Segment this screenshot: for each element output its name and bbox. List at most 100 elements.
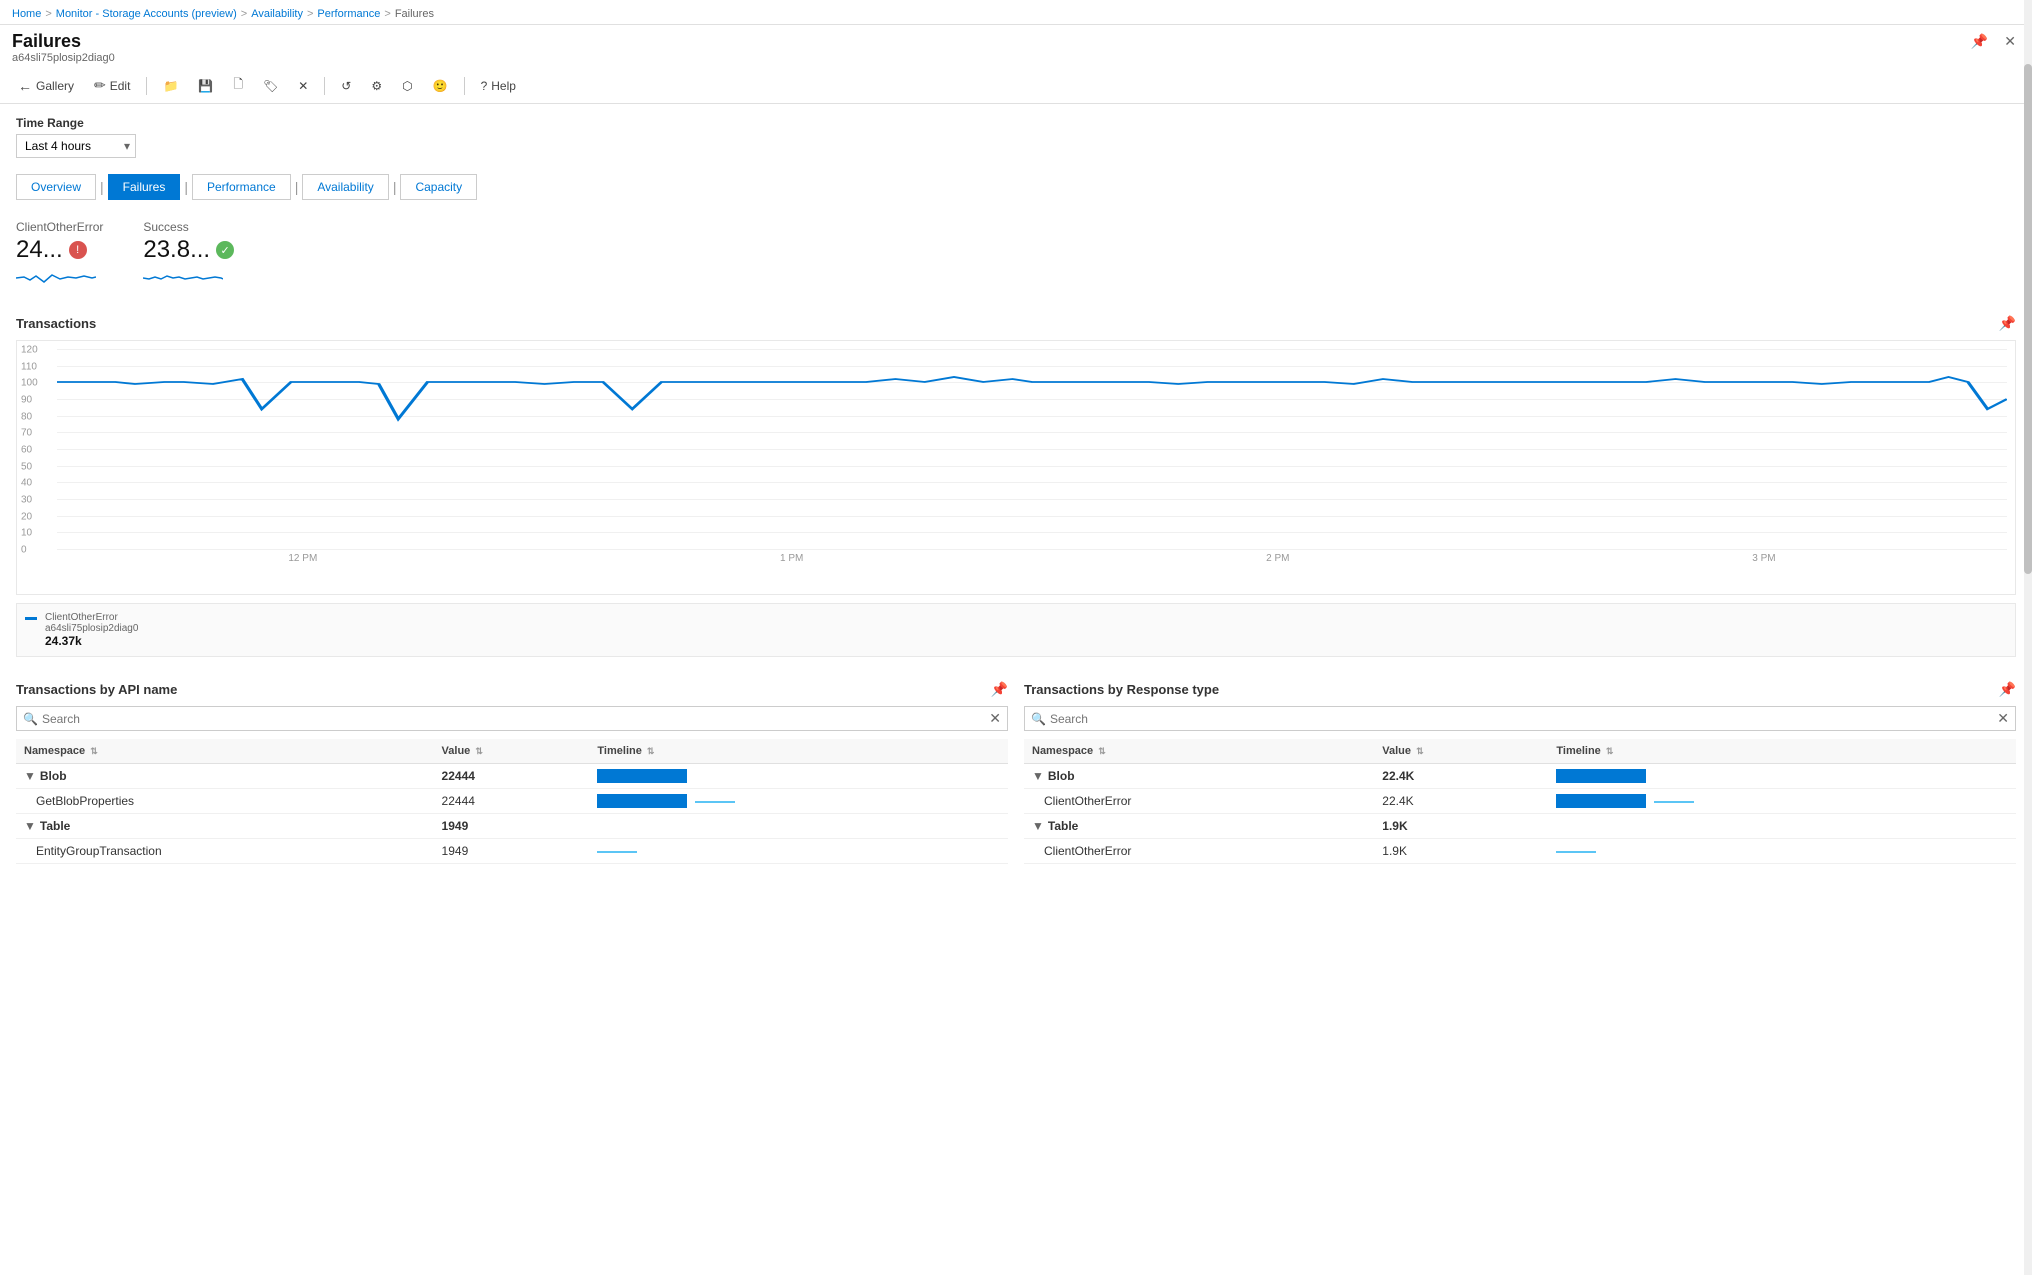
row-getblob-minibar-fill bbox=[695, 801, 735, 803]
table-api-search-input[interactable] bbox=[42, 712, 989, 726]
tab-performance[interactable]: Performance bbox=[192, 174, 291, 200]
share-button[interactable]: ⬡ bbox=[396, 76, 418, 96]
breadcrumb-monitor[interactable]: Monitor - Storage Accounts (preview) bbox=[56, 8, 237, 20]
tab-availability[interactable]: Availability bbox=[302, 174, 388, 200]
expand-blob-icon[interactable]: ▼ bbox=[24, 769, 36, 783]
table-row: EntityGroupTransaction 1949 bbox=[16, 839, 1008, 864]
table-api-pin-button[interactable]: 📌 bbox=[991, 681, 1008, 698]
col-timeline-resp[interactable]: Timeline ⇅ bbox=[1548, 739, 2016, 764]
share-icon: ⬡ bbox=[402, 79, 412, 93]
table-response-search-input[interactable] bbox=[1050, 712, 1997, 726]
page-subtitle: a64sli75plosip2diag0 bbox=[12, 52, 115, 64]
title-bar: Failures a64sli75plosip2diag0 📌 ✕ bbox=[0, 25, 2032, 68]
table-response-search-clear[interactable]: ✕ bbox=[1997, 710, 2009, 727]
breadcrumb-home[interactable]: Home bbox=[12, 8, 41, 20]
resp-blob-bar-container bbox=[1556, 769, 2008, 783]
edit-button[interactable]: ✏ Edit bbox=[88, 74, 136, 97]
gridlabel-70: 70 bbox=[21, 428, 32, 439]
toolbar-sep-1 bbox=[146, 77, 147, 95]
resp-clientother-table-timeline bbox=[1548, 839, 2016, 864]
table-response-search-icon: 🔍 bbox=[1031, 712, 1046, 726]
settings-icon: ⚙ bbox=[371, 79, 382, 93]
chart-grid: 120 110 100 90 80 70 60 50 40 30 20 10 0 bbox=[57, 349, 2007, 549]
breadcrumb-availability[interactable]: Availability bbox=[251, 8, 303, 20]
save-button[interactable]: 💾 bbox=[192, 76, 219, 96]
expand-resp-blob-icon[interactable]: ▼ bbox=[1032, 769, 1044, 783]
discard-button[interactable]: ✕ bbox=[292, 76, 314, 96]
table-api-search-icon: 🔍 bbox=[23, 712, 38, 726]
table-api-search-clear[interactable]: ✕ bbox=[989, 710, 1001, 727]
col-namespace-resp[interactable]: Namespace ⇅ bbox=[1024, 739, 1374, 764]
col-value-resp[interactable]: Value ⇅ bbox=[1374, 739, 1548, 764]
gallery-button[interactable]: ← Gallery bbox=[12, 75, 80, 97]
help-label: Help bbox=[491, 79, 516, 93]
resp-clientother-blob-minibar bbox=[1654, 799, 1694, 803]
row-entitygroup-minibar bbox=[597, 851, 637, 853]
table-row: ▼Blob 22.4K bbox=[1024, 764, 2016, 789]
expand-resp-table-icon[interactable]: ▼ bbox=[1032, 819, 1044, 833]
clone-button[interactable]: 🗋 bbox=[227, 72, 249, 99]
table-row: ClientOtherError 22.4K bbox=[1024, 789, 2016, 814]
table-row: GetBlobProperties 22444 bbox=[16, 789, 1008, 814]
breadcrumb-performance[interactable]: Performance bbox=[317, 8, 380, 20]
col-timeline-api[interactable]: Timeline ⇅ bbox=[589, 739, 1008, 764]
metric-success-label: Success bbox=[143, 220, 234, 234]
tab-failures[interactable]: Failures bbox=[108, 174, 181, 200]
col-value-api[interactable]: Value ⇅ bbox=[434, 739, 590, 764]
resp-clientother-blob-timeline bbox=[1548, 789, 2016, 814]
table-response-title: Transactions by Response type bbox=[1024, 682, 1219, 697]
resp-clientother-table-namespace: ClientOtherError bbox=[1024, 839, 1374, 864]
tab-capacity[interactable]: Capacity bbox=[400, 174, 477, 200]
row-entitygroup-bar-container bbox=[597, 849, 1000, 853]
metric-success-sparkline bbox=[143, 268, 234, 291]
table-api: Namespace ⇅ Value ⇅ Timeline ⇅ ▼Blob 224… bbox=[16, 739, 1008, 864]
gallery-label: Gallery bbox=[36, 79, 74, 93]
chart-title: Transactions bbox=[16, 316, 96, 331]
folder-button[interactable]: 📁 bbox=[157, 76, 184, 96]
resp-clientother-table-bar-container bbox=[1556, 849, 2008, 853]
table-response-pin-button[interactable]: 📌 bbox=[1999, 681, 2016, 698]
tab-overview[interactable]: Overview bbox=[16, 174, 96, 200]
tag-button[interactable]: 🏷 bbox=[257, 76, 284, 96]
breadcrumb-sep-2: > bbox=[241, 8, 247, 20]
breadcrumb-current: Failures bbox=[395, 8, 434, 20]
pin-button[interactable]: 📌 bbox=[1967, 31, 1992, 52]
gridlabel-110: 110 bbox=[21, 361, 37, 372]
gridlabel-90: 90 bbox=[21, 395, 32, 406]
time-range-section: Time Range Last 1 hour Last 4 hours Last… bbox=[16, 116, 2016, 158]
refresh-button[interactable]: ↺ bbox=[335, 76, 357, 96]
chart-header: Transactions 📌 bbox=[16, 315, 2016, 332]
resp-blob-timeline bbox=[1548, 764, 2016, 789]
close-button[interactable]: ✕ bbox=[2000, 31, 2020, 52]
expand-table-icon[interactable]: ▼ bbox=[24, 819, 36, 833]
resp-blob-namespace: ▼Blob bbox=[1024, 764, 1374, 789]
gridlabel-80: 80 bbox=[21, 411, 32, 422]
tab-sep-3: | bbox=[295, 179, 299, 195]
help-button[interactable]: ? Help bbox=[475, 76, 522, 96]
row-blob-value: 22444 bbox=[434, 764, 590, 789]
chart-pin-button[interactable]: 📌 bbox=[1999, 315, 2016, 332]
breadcrumb-sep-3: > bbox=[307, 8, 313, 20]
col-namespace-api[interactable]: Namespace ⇅ bbox=[16, 739, 434, 764]
transactions-chart-section: Transactions 📌 120 110 100 90 80 70 60 5… bbox=[16, 315, 2016, 657]
table-api-search-box: 🔍 ✕ bbox=[16, 706, 1008, 731]
resp-blob-bar bbox=[1556, 769, 1646, 783]
page-title: Failures bbox=[12, 31, 115, 52]
save-icon: 💾 bbox=[198, 79, 213, 93]
sort-timeline-api: ⇅ bbox=[647, 746, 655, 756]
settings-button[interactable]: ⚙ bbox=[365, 76, 388, 96]
resp-clientother-table-value: 1.9K bbox=[1374, 839, 1548, 864]
feedback-button[interactable]: 🙂 bbox=[427, 76, 454, 96]
metric-clientothererror-sparkline bbox=[16, 268, 103, 291]
x-label-2pm: 2 PM bbox=[1266, 553, 1289, 564]
scrollbar-thumb[interactable] bbox=[2024, 64, 2032, 574]
edit-icon: ✏ bbox=[94, 77, 106, 94]
row-blob-bar-container bbox=[597, 769, 1000, 783]
time-range-select[interactable]: Last 1 hour Last 4 hours Last 12 hours L… bbox=[16, 134, 136, 158]
folder-icon: 📁 bbox=[163, 79, 178, 93]
x-label-3pm: 3 PM bbox=[1752, 553, 1775, 564]
table-response-header: Transactions by Response type 📌 bbox=[1024, 681, 2016, 698]
table-response-thead: Namespace ⇅ Value ⇅ Timeline ⇅ bbox=[1024, 739, 2016, 764]
resp-clientother-blob-minibar-fill bbox=[1654, 801, 1694, 803]
tables-row: Transactions by API name 📌 🔍 ✕ Namespace… bbox=[16, 681, 2016, 864]
